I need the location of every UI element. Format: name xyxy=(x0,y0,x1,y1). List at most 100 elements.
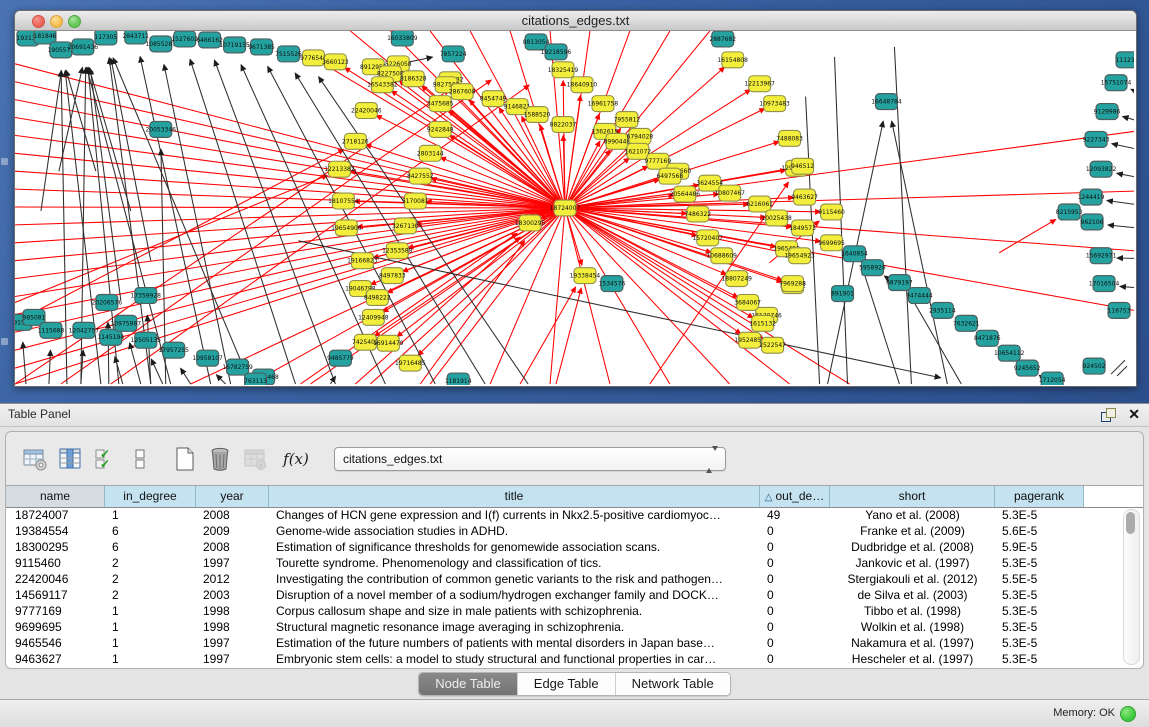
table-cell: Estimation of the future numbers of pati… xyxy=(269,635,760,651)
new-table-button[interactable] xyxy=(170,444,200,474)
svg-text:10688609: 10688609 xyxy=(707,253,738,260)
table-panel-titlebar: Table Panel ✕ xyxy=(0,403,1149,427)
svg-text:2843711: 2843711 xyxy=(122,33,149,40)
close-panel-icon[interactable]: ✕ xyxy=(1128,406,1140,423)
left-panel-grip-2[interactable] xyxy=(1,338,8,345)
svg-text:19716485: 19716485 xyxy=(395,360,426,367)
column-checks-button[interactable]: ✓✓ xyxy=(90,444,120,474)
svg-text:9474444: 9474444 xyxy=(906,293,933,300)
table-cell: Estimation of significance thresholds fo… xyxy=(269,539,760,555)
table-vertical-scrollbar[interactable] xyxy=(1123,509,1140,665)
left-panel-grip[interactable] xyxy=(1,158,8,165)
table-cell: 5.3E-5 xyxy=(995,651,1084,667)
column-header-short[interactable]: short xyxy=(830,486,995,507)
table-row[interactable]: 2242004622012Investigating the contribut… xyxy=(6,571,1126,587)
table-cell: Tibbo et al. (1998) xyxy=(830,603,995,619)
row-detail-button[interactable] xyxy=(125,444,155,474)
table-cell: 5.9E-5 xyxy=(995,539,1084,555)
svg-text:20691436: 20691436 xyxy=(68,44,99,51)
table-cell: 1998 xyxy=(196,619,269,635)
svg-text:18807249: 18807249 xyxy=(721,276,752,283)
delete-trash-button[interactable] xyxy=(205,444,235,474)
float-panel-icon[interactable] xyxy=(1101,408,1115,422)
network-canvas[interactable]: 1931361818461905572206914361173052843711… xyxy=(15,31,1134,385)
svg-text:9699695: 9699695 xyxy=(818,240,845,247)
svg-text:2867608: 2867608 xyxy=(449,89,476,96)
tab-network-table[interactable]: Network Table xyxy=(615,673,730,695)
svg-text:20206576: 20206576 xyxy=(92,299,123,306)
svg-text:19338454: 19338454 xyxy=(570,273,601,280)
svg-text:7857224: 7857224 xyxy=(440,51,467,58)
column-header-year[interactable]: year xyxy=(196,486,269,507)
table-row[interactable]: 946362711997Embryonic stem cells: a mode… xyxy=(6,651,1126,667)
svg-text:10975887: 10975887 xyxy=(111,320,142,327)
table-cell: 9777169 xyxy=(6,603,105,619)
table-row[interactable]: 1938455462009Genome-wide association stu… xyxy=(6,523,1126,539)
column-header-name[interactable]: name xyxy=(6,486,105,507)
svg-text:18724007: 18724007 xyxy=(550,205,581,212)
svg-text:2522547: 2522547 xyxy=(759,342,786,349)
svg-text:10958107: 10958107 xyxy=(192,355,223,362)
table-row[interactable]: 1872400712008Changes of HCN gene express… xyxy=(6,507,1126,523)
sort-ascending-icon: △ xyxy=(765,492,773,503)
node-table: name in_degree year title △out_de… short… xyxy=(6,485,1143,668)
svg-text:10654112: 10654112 xyxy=(994,350,1025,357)
table-row[interactable]: 1830029562008Estimation of significance … xyxy=(6,539,1126,555)
memory-ok-icon[interactable] xyxy=(1120,706,1136,722)
svg-text:7969288: 7969288 xyxy=(779,281,806,288)
svg-text:962106: 962106 xyxy=(1081,219,1104,226)
svg-text:3660123: 3660123 xyxy=(322,59,349,66)
svg-text:22420046: 22420046 xyxy=(351,108,382,115)
column-header-in-degree[interactable]: in_degree xyxy=(105,486,196,507)
table-settings-button[interactable] xyxy=(20,444,50,474)
network-window-titlebar[interactable]: citations_edges.txt xyxy=(15,11,1136,31)
table-header-row: name in_degree year title △out_de… short… xyxy=(6,486,1143,508)
table-cell: 1997 xyxy=(196,635,269,651)
svg-text:6794028: 6794028 xyxy=(627,133,654,140)
svg-text:1145194: 1145194 xyxy=(98,334,125,341)
svg-text:19218596: 19218596 xyxy=(541,49,572,56)
svg-text:5958928: 5958928 xyxy=(859,265,886,272)
combobox-arrows-icon xyxy=(706,451,718,469)
table-rows: 1872400712008Changes of HCN gene express… xyxy=(6,507,1126,668)
svg-text:19654923: 19654923 xyxy=(784,253,815,260)
table-cell: Stergiakouli et al. (2012) xyxy=(830,571,995,587)
table-cell: 14569117 xyxy=(6,587,105,603)
svg-text:181846: 181846 xyxy=(34,33,57,40)
table-row[interactable]: 977716911998Corpus callosum shape and si… xyxy=(6,603,1126,619)
svg-text:7515526: 7515526 xyxy=(275,51,302,58)
svg-text:1244419: 1244419 xyxy=(1078,194,1105,201)
table-row[interactable]: 1456911722003Disruption of a novel membe… xyxy=(6,587,1126,603)
table-row[interactable]: 946554611997Estimation of the future num… xyxy=(6,635,1126,651)
table-row[interactable]: 911546021997Tourette syndrome. Phenomeno… xyxy=(6,555,1126,571)
svg-text:3475685: 3475685 xyxy=(427,101,454,108)
table-cell: 5.3E-5 xyxy=(995,603,1084,619)
svg-text:15751074: 15751074 xyxy=(1101,80,1132,87)
table-cell: de Silva et al. (2003) xyxy=(830,587,995,603)
table-cell: 5.3E-5 xyxy=(995,635,1084,651)
table-selector-combobox[interactable]: citations_edges.txt xyxy=(334,447,726,471)
tab-node-table[interactable]: Node Table xyxy=(419,673,517,695)
table-cell: 2012 xyxy=(196,571,269,587)
function-builder-button[interactable]: f(x) xyxy=(281,444,311,474)
table-cell: 6 xyxy=(105,523,196,539)
tab-edge-table[interactable]: Edge Table xyxy=(517,673,615,695)
select-column-button[interactable] xyxy=(55,444,85,474)
table-cell: Structural magnetic resonance image aver… xyxy=(269,619,760,635)
column-header-pagerank[interactable]: pagerank xyxy=(995,486,1084,507)
table-cell: 0 xyxy=(760,651,830,667)
svg-text:10025438: 10025438 xyxy=(761,215,792,222)
column-header-out-degree[interactable]: △out_de… xyxy=(760,486,830,507)
svg-text:12409948: 12409948 xyxy=(358,314,389,321)
svg-text:8498222: 8498222 xyxy=(364,294,391,301)
svg-text:111234: 111234 xyxy=(1116,57,1134,64)
column-header-title[interactable]: title xyxy=(269,486,760,507)
svg-text:18107554: 18107554 xyxy=(328,198,359,205)
table-row[interactable]: 969969511998Structural magnetic resonanc… xyxy=(6,619,1126,635)
table-cell: Embryonic stem cells: a model to study s… xyxy=(269,651,760,667)
delete-table-button-disabled[interactable]: x xyxy=(240,444,270,474)
scrollbar-thumb[interactable] xyxy=(1126,512,1135,534)
table-cell: 9115460 xyxy=(6,555,105,571)
table-container: ✓✓ x f(x) citations_edges.txt xyxy=(5,431,1144,669)
svg-text:1181914: 1181914 xyxy=(445,378,472,385)
